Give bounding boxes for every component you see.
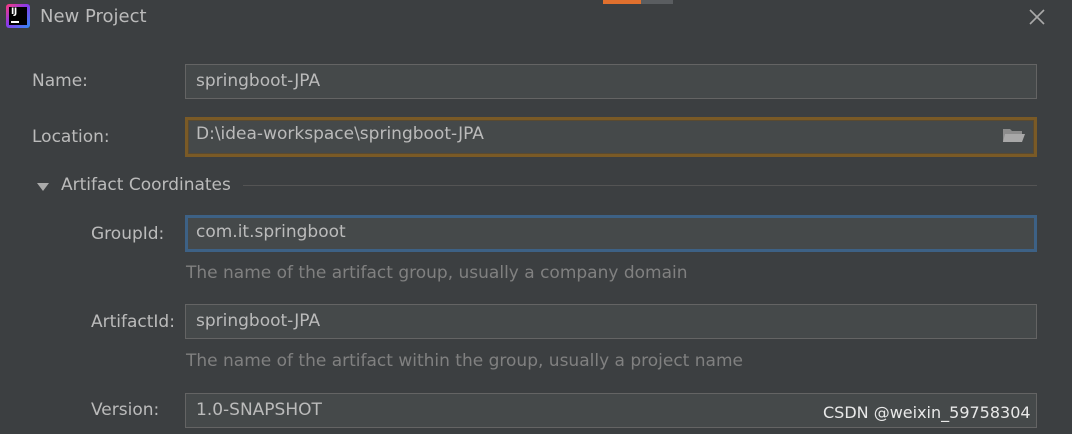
name-input-value: springboot-JPA	[196, 71, 321, 91]
version-input-value: 1.0-SNAPSHOT	[196, 400, 322, 420]
groupid-hint: The name of the artifact group, usually …	[186, 263, 688, 283]
close-icon[interactable]	[1026, 6, 1048, 28]
window-indicator	[603, 0, 673, 4]
location-input[interactable]: D:\idea-workspace\springboot-JPA	[185, 117, 1037, 157]
artifactid-label: ArtifactId:	[91, 312, 175, 332]
title-bar: IJ New Project	[0, 0, 1072, 36]
artifact-coordinates-toggle[interactable]: Artifact Coordinates	[61, 175, 231, 195]
dialog-title: New Project	[40, 6, 147, 27]
intellij-idea-icon: IJ	[6, 4, 30, 28]
groupid-label: GroupId:	[91, 224, 165, 244]
chevron-down-icon[interactable]	[36, 179, 50, 193]
artifactid-input-value: springboot-JPA	[196, 311, 321, 331]
location-label: Location:	[32, 127, 110, 147]
artifactid-hint: The name of the artifact within the grou…	[186, 351, 743, 371]
artifactid-input[interactable]: springboot-JPA	[185, 304, 1037, 339]
version-label: Version:	[91, 400, 160, 420]
watermark: CSDN @weixin_59758304	[823, 403, 1031, 422]
folder-icon[interactable]	[1002, 126, 1026, 144]
groupid-input-value: com.it.springboot	[196, 222, 346, 242]
new-project-dialog: IJ New Project Name: springboot-JPA Loca…	[0, 0, 1072, 434]
section-divider	[243, 185, 1037, 186]
name-label: Name:	[32, 71, 88, 91]
location-input-value: D:\idea-workspace\springboot-JPA	[196, 124, 484, 144]
groupid-input[interactable]: com.it.springboot	[185, 215, 1037, 252]
name-input[interactable]: springboot-JPA	[185, 64, 1037, 99]
